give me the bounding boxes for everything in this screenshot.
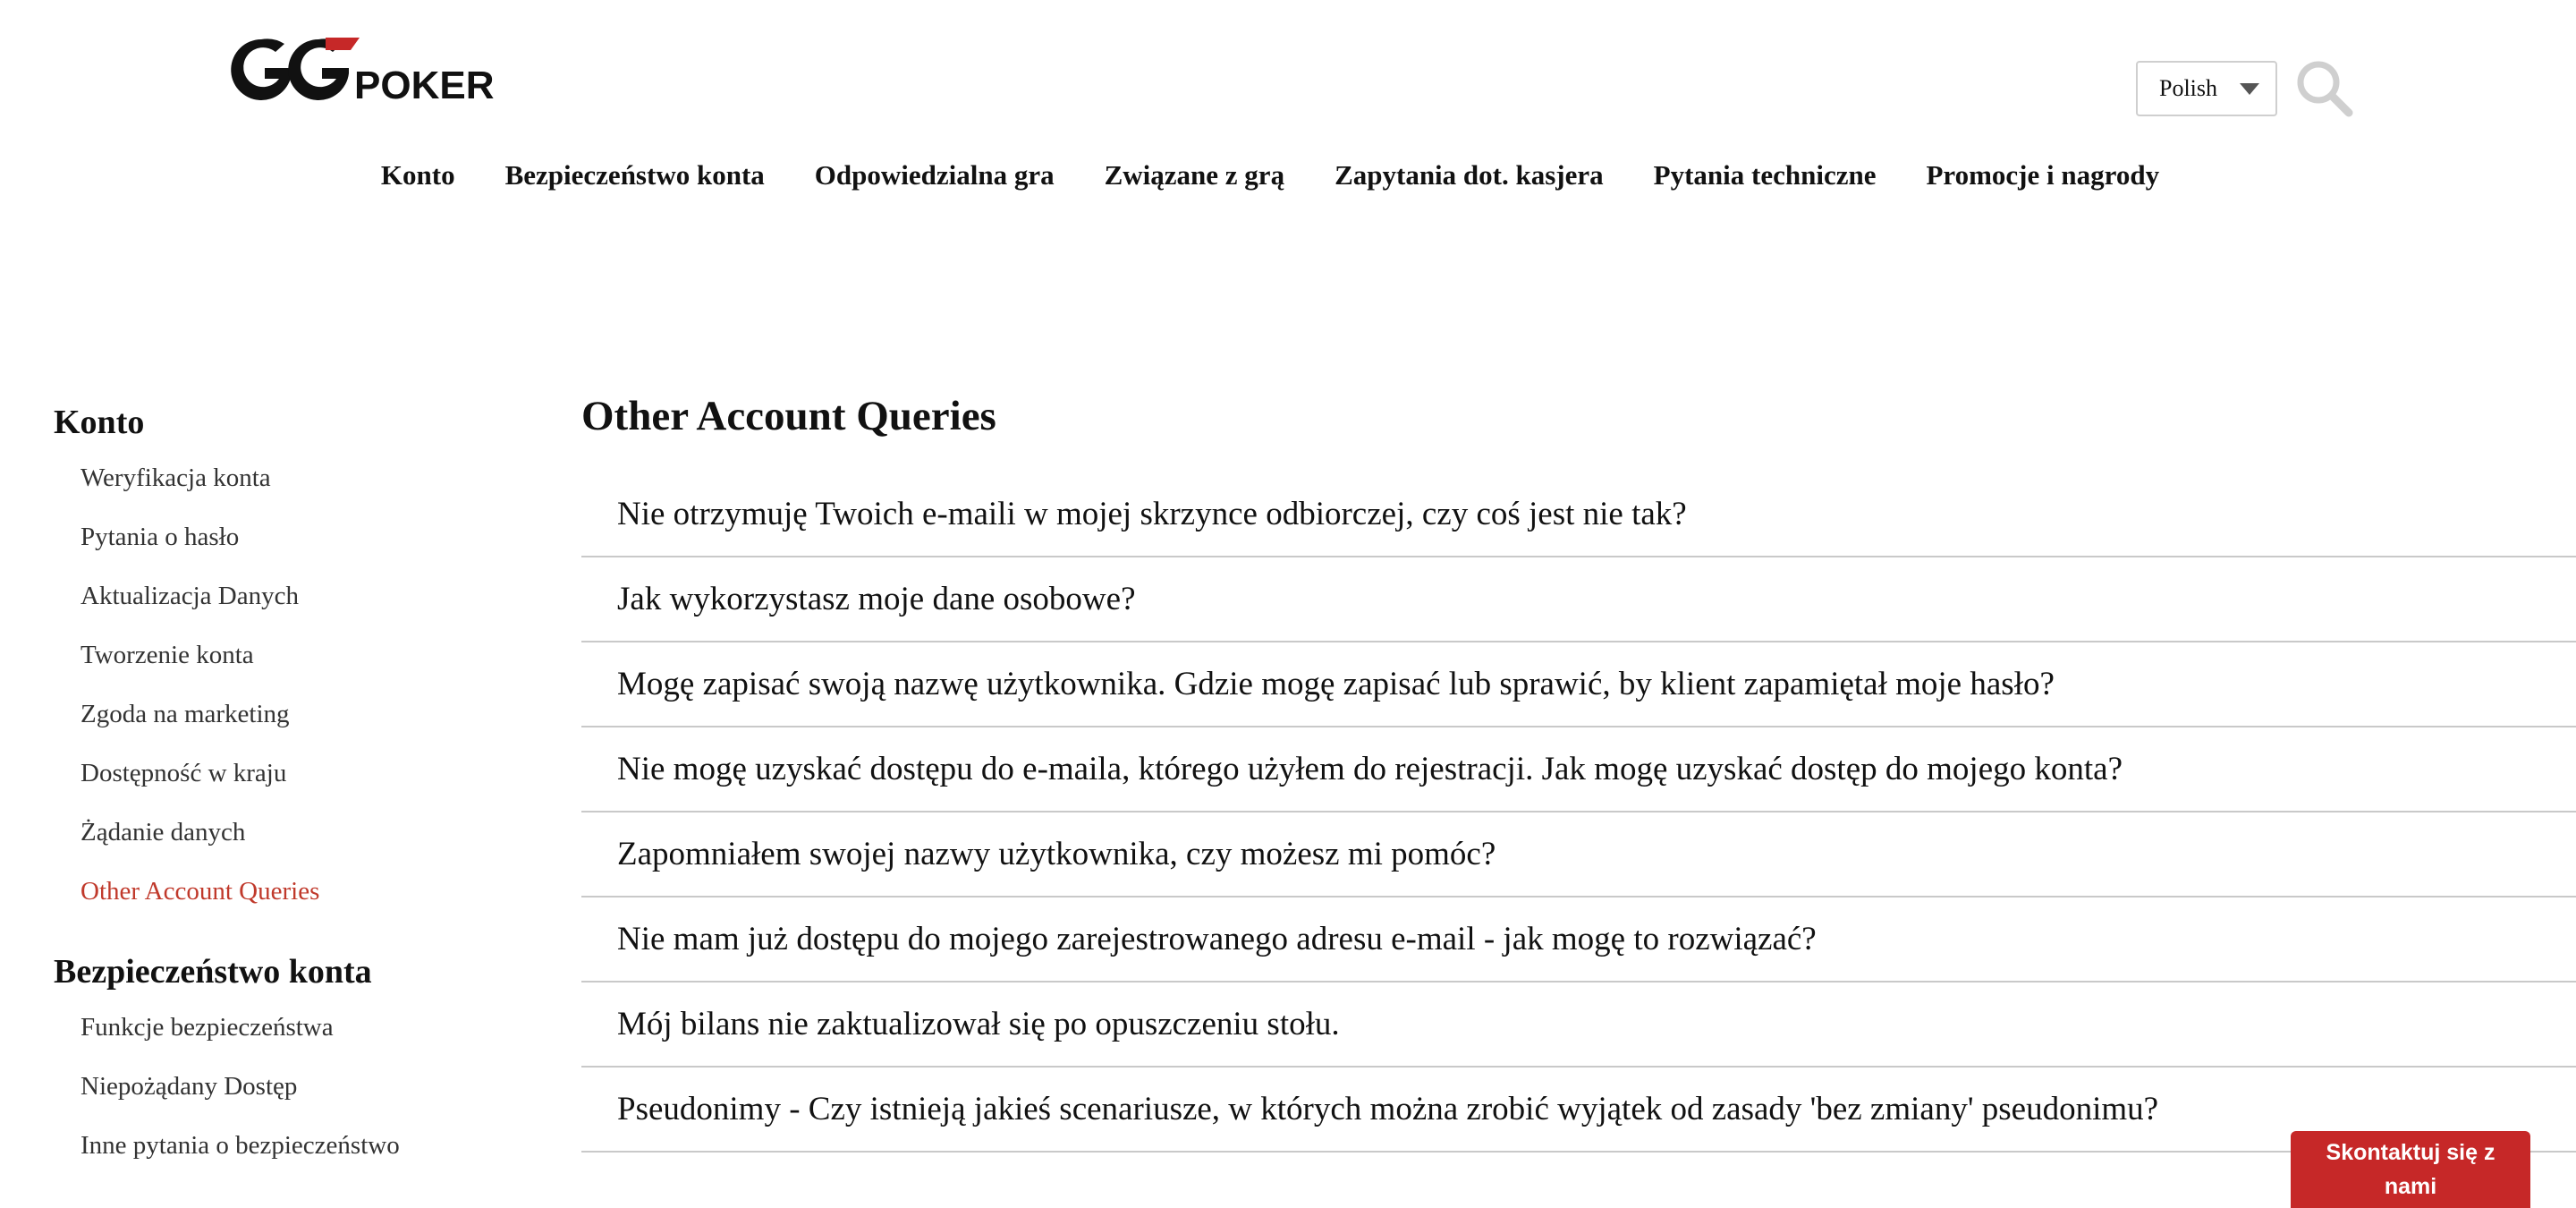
sidebar-item[interactable]: Zgoda na marketing — [80, 694, 519, 753]
faq-item[interactable]: Nie otrzymuję Twoich e-maili w mojej skr… — [581, 472, 2576, 557]
contact-us-button[interactable]: Skontaktuj się z nami — [2291, 1131, 2530, 1208]
faq-item[interactable]: Pseudonimy - Czy istnieją jakieś scenari… — [581, 1068, 2576, 1153]
sidebar-item[interactable]: Niepożądany Dostęp — [80, 1067, 519, 1126]
nav-item[interactable]: Związane z grą — [1105, 159, 1284, 191]
sidebar-group-title[interactable]: Konto — [54, 403, 519, 442]
faq-item[interactable]: Mój bilans nie zaktualizował się po opus… — [581, 983, 2576, 1068]
sidebar-item[interactable]: Other Account Queries — [80, 872, 519, 931]
faq-item[interactable]: Nie mogę uzyskać dostępu do e-maila, któ… — [581, 727, 2576, 812]
ggpoker-logo[interactable]: POKER — [225, 34, 530, 107]
faq-item[interactable]: Jak wykorzystasz moje dane osobowe? — [581, 557, 2576, 642]
sidebar-item[interactable]: Żądanie danych — [80, 812, 519, 872]
nav-item[interactable]: Odpowiedzialna gra — [815, 159, 1055, 191]
search-icon[interactable] — [2295, 59, 2354, 118]
language-select[interactable]: Polish — [2136, 61, 2277, 116]
sidebar-item[interactable]: Inne pytania o bezpieczeństwo — [80, 1126, 519, 1185]
faq-list: Nie otrzymuję Twoich e-maili w mojej skr… — [581, 472, 2576, 1153]
chevron-down-icon — [2240, 82, 2259, 95]
sidebar-item[interactable]: Funkcje bezpieczeństwa — [80, 1008, 519, 1067]
nav-item[interactable]: Pytania techniczne — [1654, 159, 1877, 191]
nav-item[interactable]: Bezpieczeństwo konta — [505, 159, 765, 191]
main-content: Other Account Queries Nie otrzymuję Twoi… — [581, 392, 2576, 1153]
sidebar-item[interactable]: Pytania o hasło — [80, 517, 519, 576]
sidebar-group-konto: Konto Weryfikacja konta Pytania o hasło Ak… — [54, 403, 519, 931]
sidebar-item[interactable]: Tworzenie konta — [80, 635, 519, 694]
sidebar-group-bezpieczenstwo: Bezpieczeństwo konta Funkcje bezpieczeńs… — [54, 952, 519, 1185]
sidebar-item[interactable]: Aktualizacja Danych — [80, 576, 519, 635]
faq-item[interactable]: Nie mam już dostępu do mojego zarejestro… — [581, 897, 2576, 983]
sidebar-item[interactable]: Weryfikacja konta — [80, 458, 519, 517]
faq-item[interactable]: Mogę zapisać swoją nazwę użytkownika. Gd… — [581, 642, 2576, 727]
sidebar-item[interactable]: Dostępność w kraju — [80, 753, 519, 812]
page-title: Other Account Queries — [581, 393, 996, 439]
language-selected-value: Polish — [2159, 75, 2218, 101]
nav-item[interactable]: Zapytania dot. kasjera — [1335, 159, 1604, 191]
sidebar: Konto Weryfikacja konta Pytania o hasło Ak… — [54, 403, 519, 1206]
svg-text:POKER: POKER — [354, 64, 494, 107]
faq-item[interactable]: Zapomniałem swojej nazwy użytkownika, cz… — [581, 812, 2576, 897]
nav-item[interactable]: Konto — [381, 159, 455, 191]
sidebar-group-title[interactable]: Bezpieczeństwo konta — [54, 952, 519, 991]
top-navigation: Konto Bezpieczeństwo konta Odpowiedzialna … — [0, 159, 2576, 191]
nav-item[interactable]: Promocje i nagrody — [1926, 159, 2159, 191]
